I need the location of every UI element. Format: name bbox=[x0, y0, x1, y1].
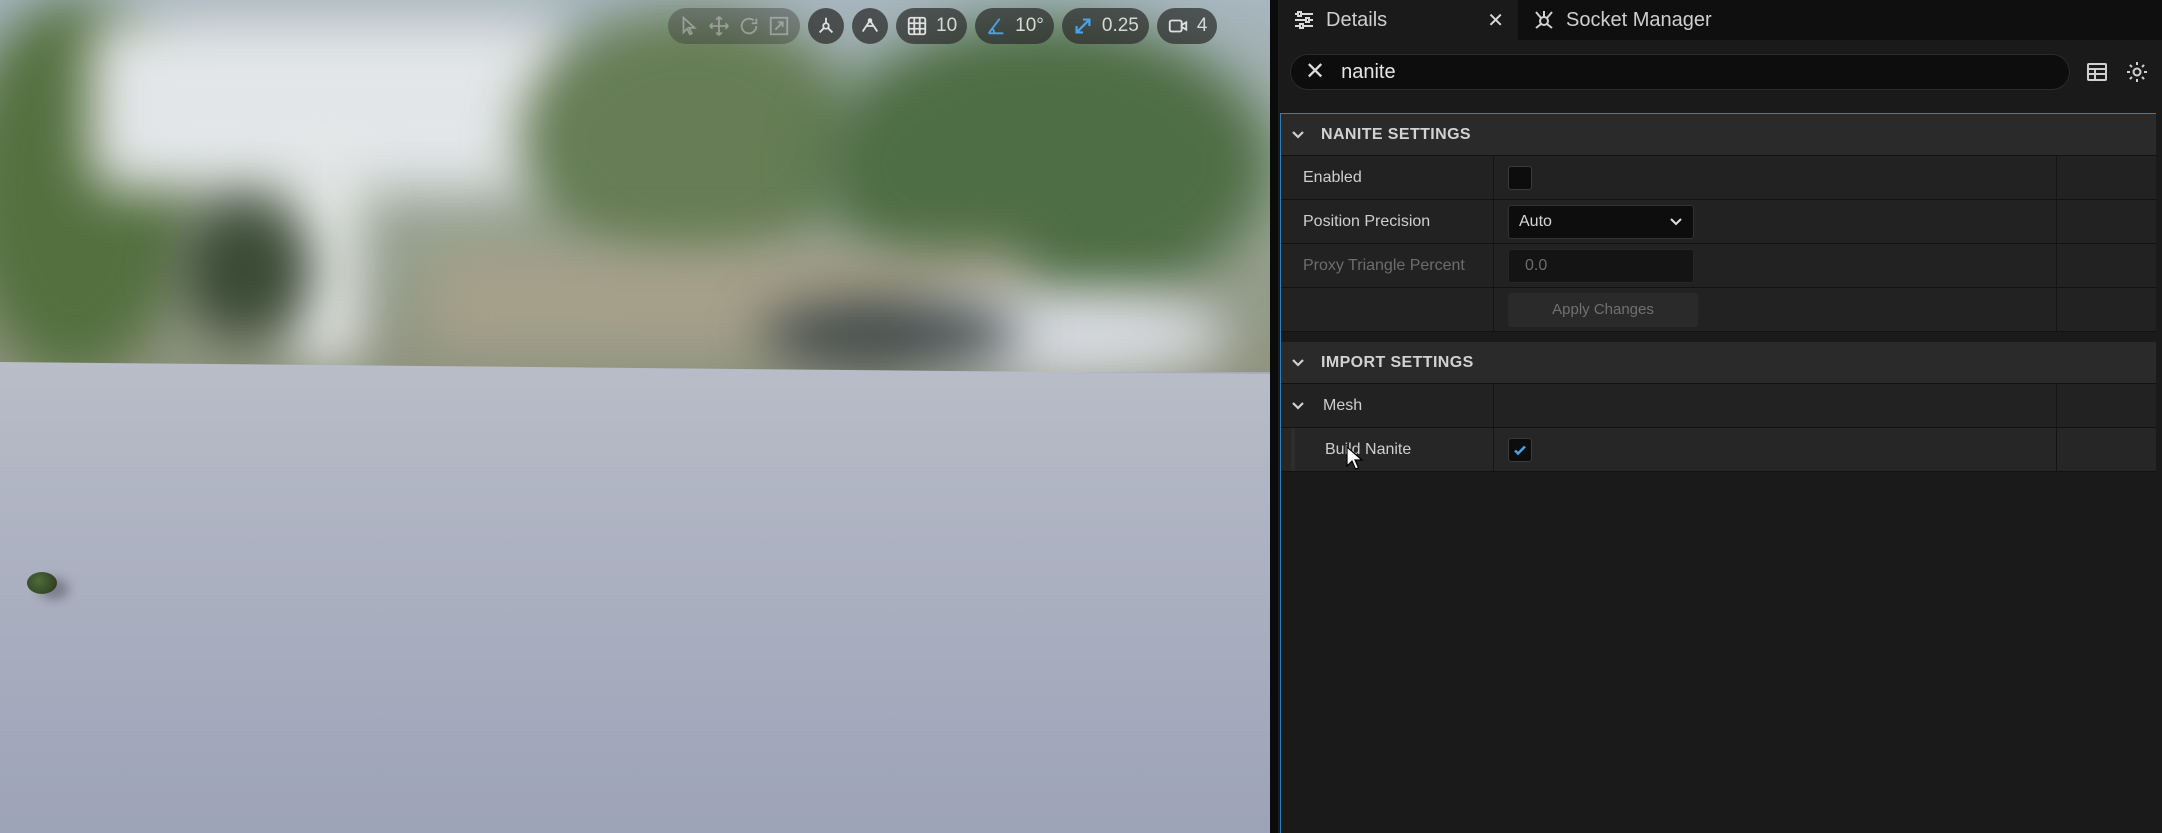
clear-search-icon[interactable]: ✕ bbox=[1305, 60, 1325, 84]
rotation-snap-toggle[interactable]: 10° bbox=[975, 8, 1054, 44]
floor-plane bbox=[0, 362, 1270, 833]
property-value: Apply Changes bbox=[1494, 288, 2057, 331]
row-extra bbox=[2057, 244, 2156, 287]
proxy-triangle-percent-field[interactable]: 0.0 bbox=[1508, 248, 1694, 283]
rotation-snap-value: 10° bbox=[1015, 15, 1044, 36]
transform-tools bbox=[668, 8, 800, 44]
property-row-position-precision: Position Precision Auto bbox=[1281, 200, 2156, 244]
details-search-row: ✕ bbox=[1278, 40, 2162, 104]
property-row-build-nanite: Build Nanite bbox=[1281, 428, 2156, 472]
tab-details[interactable]: Details ✕ bbox=[1278, 0, 1518, 40]
property-value: Auto bbox=[1494, 200, 2057, 243]
grid-snap-toggle[interactable]: 10 bbox=[896, 8, 968, 44]
apply-changes-button[interactable]: Apply Changes bbox=[1508, 292, 1698, 327]
dropdown-value: Auto bbox=[1519, 212, 1552, 230]
coordinate-system-button[interactable] bbox=[808, 8, 844, 44]
checkmark-icon bbox=[1514, 445, 1526, 455]
property-matrix-icon[interactable] bbox=[2084, 59, 2110, 85]
world-axes-icon bbox=[815, 15, 837, 37]
chevron-down-icon[interactable] bbox=[1291, 399, 1305, 413]
camera-speed-value: 4 bbox=[1196, 15, 1208, 36]
enabled-checkbox[interactable] bbox=[1508, 165, 1532, 190]
angle-icon bbox=[985, 15, 1007, 37]
chevron-down-icon[interactable] bbox=[1291, 356, 1305, 370]
surface-snap-icon bbox=[859, 15, 881, 37]
grid-icon bbox=[906, 15, 928, 37]
panel-splitter[interactable] bbox=[1270, 0, 1278, 833]
camera-icon bbox=[1167, 15, 1189, 37]
section-import-settings[interactable]: IMPORT SETTINGS bbox=[1281, 342, 2156, 384]
property-value bbox=[1494, 156, 2057, 199]
scale-tool-icon[interactable] bbox=[768, 15, 790, 37]
property-label: Position Precision bbox=[1281, 200, 1494, 243]
section-gap bbox=[1281, 332, 2156, 342]
property-label-empty bbox=[1281, 288, 1494, 331]
section-title: IMPORT SETTINGS bbox=[1321, 353, 1474, 371]
tab-socket-manager-label: Socket Manager bbox=[1566, 8, 1712, 31]
details-panel: Details ✕ Socket Manager ✕ NANITE SETTIN bbox=[1278, 0, 2162, 833]
panel-tab-bar: Details ✕ Socket Manager bbox=[1278, 0, 2162, 40]
camera-speed-button[interactable]: 4 bbox=[1156, 8, 1218, 44]
row-extra bbox=[2057, 200, 2156, 243]
scale-arrow-icon bbox=[1072, 15, 1094, 37]
chevron-down-icon[interactable] bbox=[1291, 128, 1305, 142]
level-viewport[interactable]: 10 10° 0.25 4 bbox=[0, 0, 1270, 833]
tab-details-label: Details bbox=[1326, 8, 1388, 31]
property-value: 0.0 bbox=[1494, 244, 2057, 287]
close-icon[interactable]: ✕ bbox=[1487, 8, 1504, 33]
category-label: Mesh bbox=[1323, 396, 1363, 414]
property-row-apply: Apply Changes bbox=[1281, 288, 2156, 332]
property-list: NANITE SETTINGS Enabled Position Precisi… bbox=[1280, 113, 2156, 833]
sliders-icon bbox=[1292, 8, 1316, 32]
property-row-proxy-triangle-percent: Proxy Triangle Percent 0.0 bbox=[1281, 244, 2156, 288]
chevron-down-icon bbox=[1669, 215, 1683, 229]
property-name: Build Nanite bbox=[1281, 428, 1494, 471]
settings-gear-icon[interactable] bbox=[2124, 59, 2150, 85]
property-value bbox=[1494, 384, 2057, 427]
category-name: Mesh bbox=[1281, 384, 1494, 427]
position-precision-dropdown[interactable]: Auto bbox=[1508, 204, 1694, 239]
mouse-cursor-icon bbox=[1346, 446, 1364, 470]
row-extra bbox=[2057, 156, 2156, 199]
tab-socket-manager[interactable]: Socket Manager bbox=[1518, 0, 1726, 40]
grid-snap-value: 10 bbox=[936, 15, 958, 36]
surface-snap-button[interactable] bbox=[852, 8, 888, 44]
category-mesh[interactable]: Mesh bbox=[1281, 384, 2156, 428]
property-label: Enabled bbox=[1281, 156, 1494, 199]
search-box[interactable]: ✕ bbox=[1290, 54, 2070, 90]
property-value bbox=[1494, 428, 2057, 471]
property-label: Proxy Triangle Percent bbox=[1281, 244, 1494, 287]
indent-guide bbox=[1281, 428, 1303, 471]
property-row-enabled: Enabled bbox=[1281, 156, 2156, 200]
build-nanite-checkbox[interactable] bbox=[1508, 437, 1532, 462]
rotate-tool-icon[interactable] bbox=[738, 15, 760, 37]
select-tool-icon[interactable] bbox=[678, 15, 700, 37]
viewport-toolbar: 10 10° 0.25 4 bbox=[668, 8, 1218, 44]
background-scenery bbox=[0, 0, 1270, 372]
scale-snap-value: 0.25 bbox=[1101, 15, 1139, 36]
scale-snap-toggle[interactable]: 0.25 bbox=[1061, 8, 1149, 44]
row-extra bbox=[2057, 428, 2156, 471]
socket-icon bbox=[1532, 8, 1556, 32]
search-input[interactable] bbox=[1341, 60, 2055, 84]
move-tool-icon[interactable] bbox=[708, 15, 730, 37]
section-nanite-settings[interactable]: NANITE SETTINGS bbox=[1281, 114, 2156, 156]
row-extra bbox=[2057, 288, 2156, 331]
section-title: NANITE SETTINGS bbox=[1321, 125, 1472, 143]
preview-mesh[interactable] bbox=[27, 572, 57, 594]
